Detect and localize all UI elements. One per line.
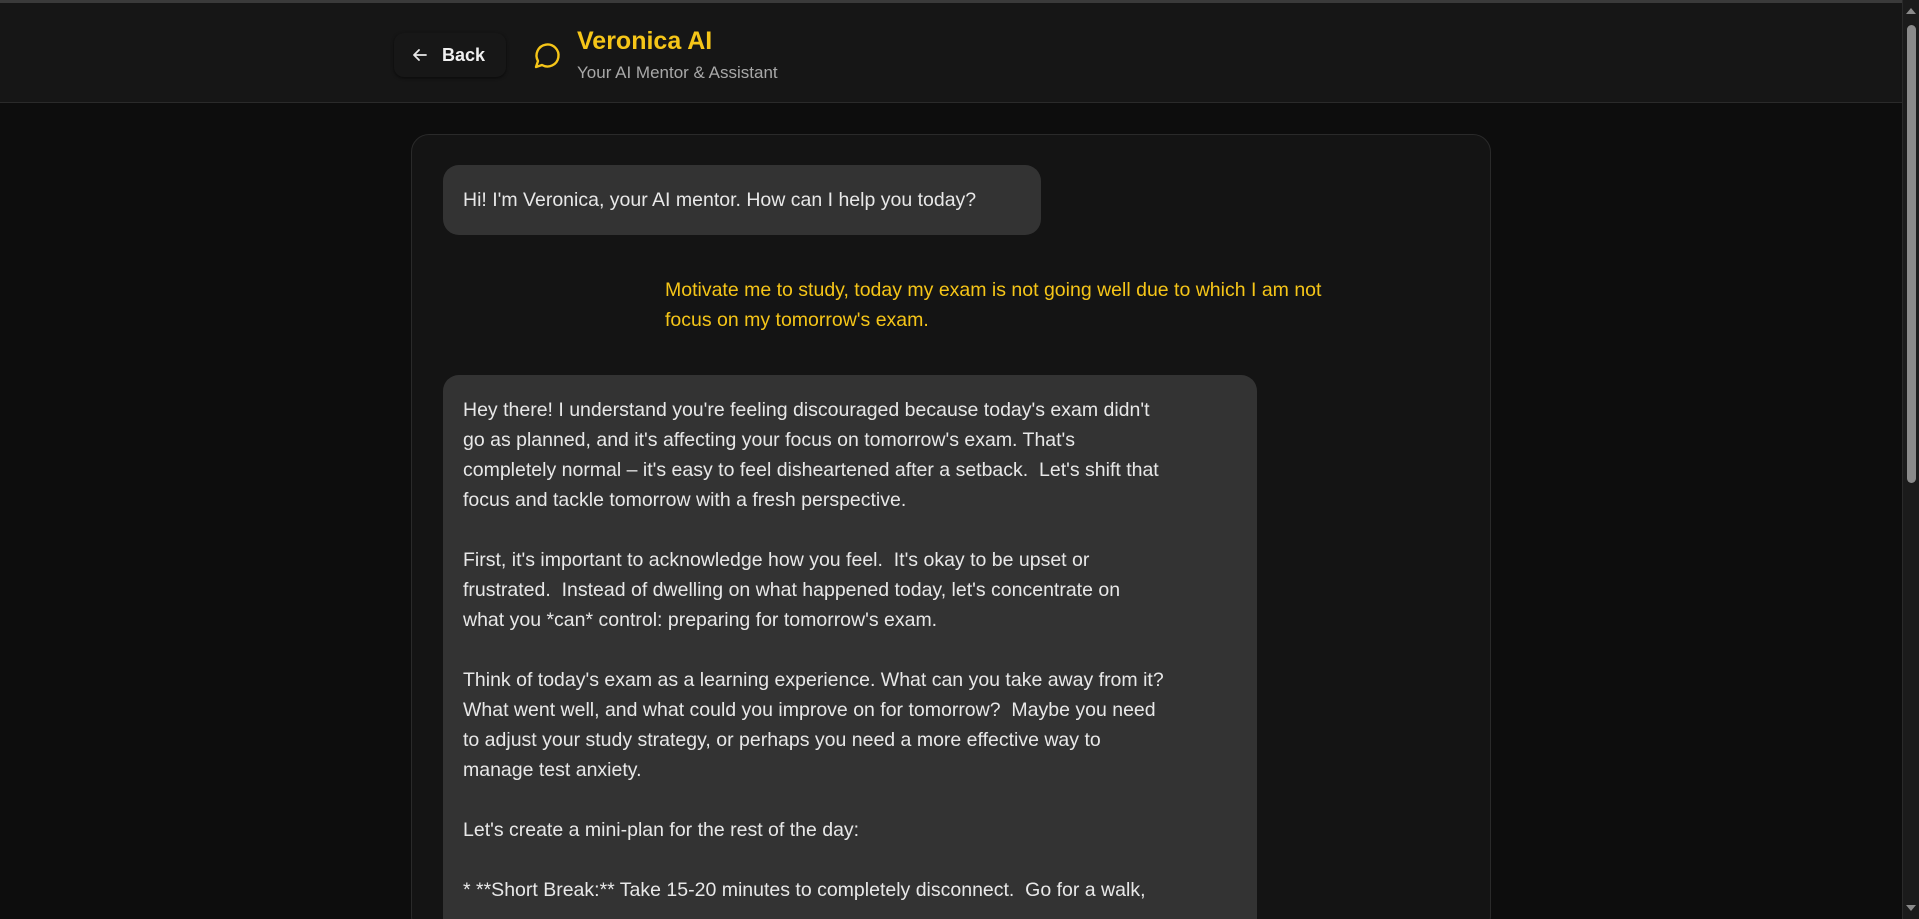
back-button[interactable]: Back: [394, 33, 506, 77]
assistant-message: Hi! I'm Veronica, your AI mentor. How ca…: [443, 165, 1041, 235]
chat-page: Back Veronica AI Your AI Mentor & Assist…: [0, 0, 1919, 919]
back-button-label: Back: [442, 44, 486, 65]
scroll-up-arrow-icon[interactable]: [1906, 8, 1916, 14]
page-subtitle: Your AI Mentor & Assistant: [577, 63, 778, 82]
message-paragraph: * **Short Break:** Take 15-20 minutes to…: [463, 879, 1146, 901]
message-text: Hi! I'm Veronica, your AI mentor. How ca…: [463, 189, 977, 211]
message-circle-icon: [529, 40, 563, 74]
scroll-down-arrow-icon[interactable]: [1906, 905, 1916, 911]
message-paragraph: Hey there! I understand you're feeling d…: [463, 399, 1159, 511]
page-title: Veronica AI: [577, 27, 713, 55]
message-paragraph: Think of today's exam as a learning expe…: [463, 669, 1164, 781]
assistant-message: Hey there! I understand you're feeling d…: [443, 375, 1257, 919]
page-scrollbar[interactable]: [1902, 0, 1919, 919]
message-text: Motivate me to study, today my exam is n…: [665, 279, 1322, 331]
message-paragraph: First, it's important to acknowledge how…: [463, 549, 1121, 631]
top-header: Back Veronica AI Your AI Mentor & Assist…: [0, 0, 1902, 103]
scrollbar-thumb[interactable]: [1907, 25, 1916, 483]
arrow-left-icon: [410, 45, 430, 65]
message-paragraph: Let's create a mini-plan for the rest of…: [463, 819, 860, 841]
user-message: Motivate me to study, today my exam is n…: [665, 275, 1425, 335]
